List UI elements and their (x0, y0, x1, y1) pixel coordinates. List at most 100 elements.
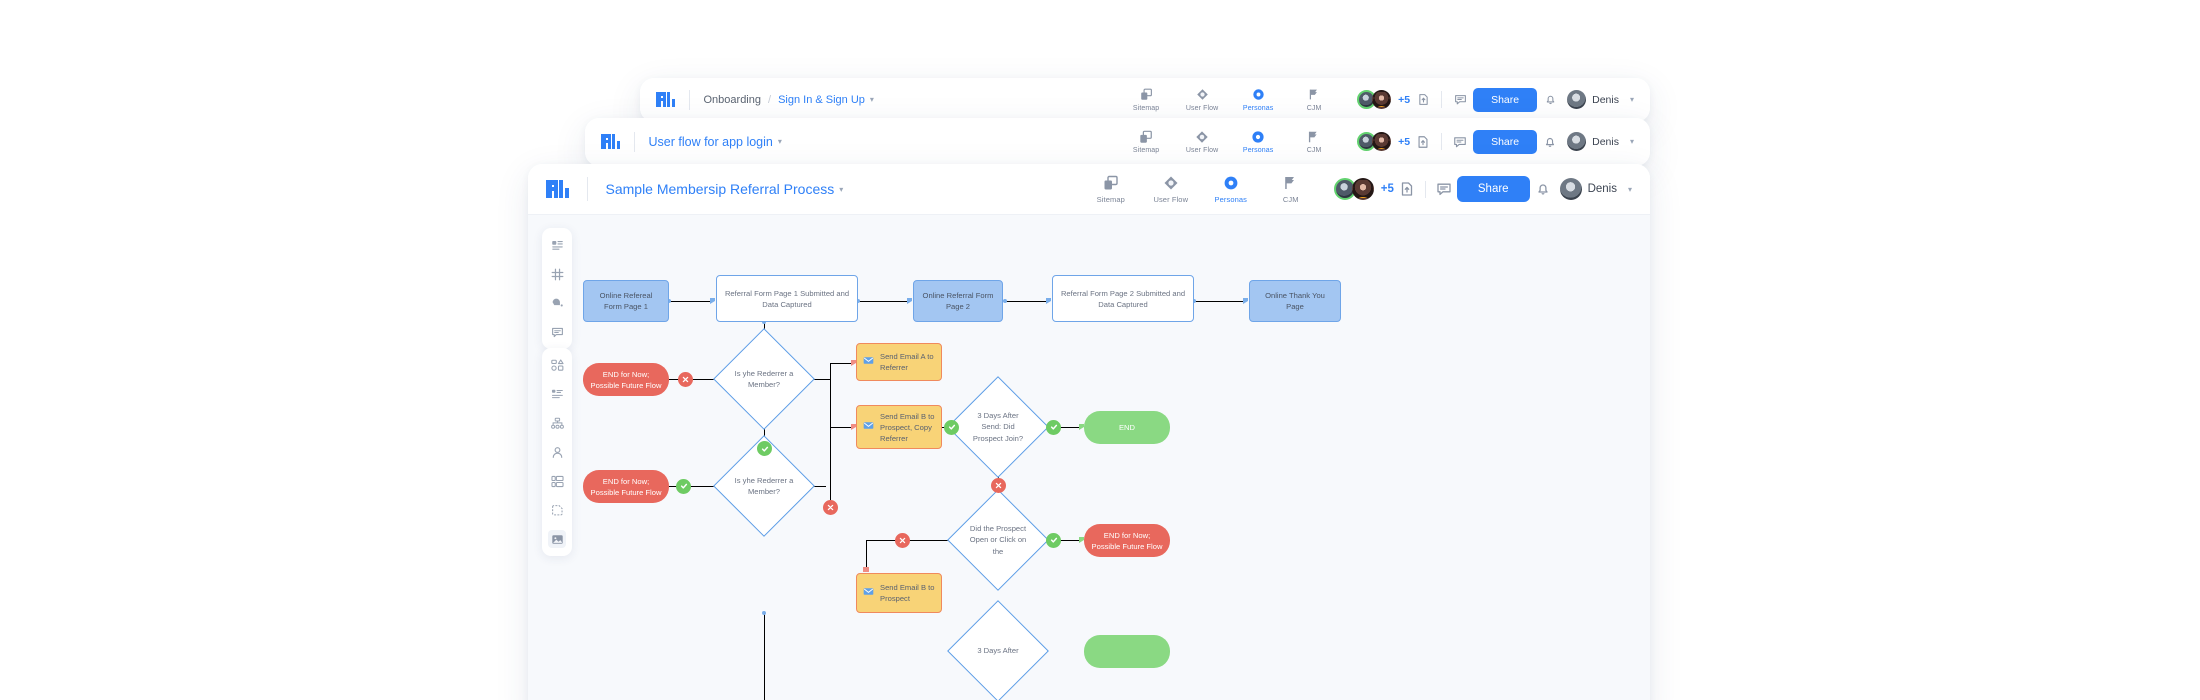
edge (830, 363, 852, 364)
condition-badge-yes[interactable] (1046, 532, 1061, 548)
shape-tag-icon[interactable] (548, 294, 566, 312)
user-menu[interactable]: Denis ▾ (1559, 178, 1632, 200)
person-icon[interactable] (548, 443, 566, 461)
share-button[interactable]: Share (1473, 129, 1538, 154)
condition-badge-no[interactable] (823, 500, 838, 515)
flow-node-send-email-b-prospect[interactable]: Send Email B to Prospect (856, 573, 942, 613)
flow-node-thank-you-page[interactable]: Online Thank You Page (1249, 280, 1341, 322)
main-window[interactable]: Sample Membersip Referral Process ▾ Site… (528, 164, 1650, 700)
document-title[interactable]: User flow for app login (649, 135, 773, 149)
flowmapp-logo-icon[interactable] (601, 134, 620, 149)
share-button[interactable]: Share (1456, 176, 1530, 202)
condition-badge-yes[interactable] (676, 478, 691, 494)
condition-badge-no[interactable] (895, 532, 910, 548)
personas-icon (1252, 87, 1265, 102)
chevron-down-icon[interactable]: ▾ (870, 95, 874, 104)
comment-icon[interactable] (1447, 129, 1473, 155)
tab-personas[interactable]: Personas (1241, 129, 1275, 154)
divider (1441, 91, 1443, 108)
tab-user-flow[interactable]: User Flow (1185, 87, 1219, 112)
flow-decision-3-days-after-bottom[interactable]: 3 Days After (947, 600, 1049, 700)
flowmapp-logo-icon[interactable] (546, 180, 569, 198)
topbar: Onboarding / Sign In & Sign Up ▾ Sitemap… (640, 78, 1650, 122)
chevron-down-icon[interactable]: ▾ (778, 137, 782, 146)
text-block-icon[interactable] (548, 236, 566, 254)
flow-node-end-green[interactable]: END (1084, 411, 1170, 444)
flow-node-end-green-bottom[interactable] (1084, 635, 1170, 668)
flow-node-end-future-flow-3[interactable]: END for Now; Possible Future Flow (1084, 524, 1170, 557)
chevron-down-icon[interactable]: ▾ (1630, 95, 1634, 104)
comment-icon[interactable] (1431, 176, 1457, 202)
tab-personas[interactable]: Personas (1214, 175, 1248, 204)
share-button[interactable]: Share (1473, 87, 1538, 112)
tab-sitemap[interactable]: Sitemap (1129, 129, 1163, 154)
divider (586, 177, 588, 201)
comment-icon[interactable] (1447, 87, 1473, 113)
tab-label: CJM (1282, 194, 1299, 204)
condition-badge-no[interactable] (991, 478, 1006, 493)
tab-cjm[interactable]: CJM (1274, 175, 1308, 204)
flowmapp-logo-icon[interactable] (656, 92, 675, 107)
flow-decision-is-referrer-member-1[interactable]: Is yhe Rederrer a Member? (713, 328, 815, 430)
collaborator-avatars[interactable] (1333, 178, 1374, 200)
condition-badge-yes[interactable] (757, 441, 772, 456)
flow-node-send-email-a[interactable]: Send Email A to Referrer (856, 343, 942, 381)
flow-node-online-referral-form-1[interactable]: Online Refereal Form Page 1 (583, 280, 669, 322)
avatar-overflow-count[interactable]: +5 (1398, 94, 1410, 106)
flow-node-end-future-flow-1[interactable]: END for Now; Possible Future Flow (583, 363, 669, 396)
flow-decision-3-days-after[interactable]: 3 Days After Send: Did Prospect Join? (947, 376, 1049, 478)
bell-icon[interactable] (1537, 129, 1563, 155)
chevron-down-icon[interactable]: ▾ (839, 185, 843, 194)
grid-icon[interactable] (548, 265, 566, 283)
user-menu[interactable]: Denis ▾ (1567, 132, 1634, 151)
cards-icon[interactable] (548, 472, 566, 490)
avatar[interactable] (1372, 132, 1392, 151)
condition-badge-yes[interactable] (944, 419, 959, 435)
user-menu[interactable]: Denis ▾ (1567, 90, 1634, 109)
avatar[interactable] (1351, 178, 1374, 200)
flow-node-form-2-submitted[interactable]: Referral Form Page 2 Submitted and Data … (1052, 275, 1194, 322)
tab-personas[interactable]: Personas (1241, 87, 1275, 112)
bell-icon[interactable] (1537, 87, 1563, 113)
comment-bubble-icon[interactable] (548, 323, 566, 341)
tab-sitemap[interactable]: Sitemap (1094, 175, 1128, 204)
chevron-down-icon[interactable]: ▾ (1630, 137, 1634, 146)
collaborator-avatars[interactable] (1357, 90, 1392, 109)
arrow-icon (862, 567, 869, 572)
flow-canvas[interactable]: Online Refereal Form Page 1 Referral For… (528, 215, 1650, 700)
flow-node-end-future-flow-2[interactable]: END for Now; Possible Future Flow (583, 470, 669, 503)
condition-badge-yes[interactable] (1046, 419, 1061, 435)
divider (688, 89, 690, 110)
chevron-down-icon[interactable]: ▾ (1628, 185, 1632, 194)
edge (1005, 301, 1047, 302)
tab-cjm[interactable]: CJM (1297, 129, 1331, 154)
flow-decision-prospect-open-or-click[interactable]: Did the Prospect Open or Click on the (947, 489, 1049, 591)
breadcrumb-current[interactable]: Sign In & Sign Up (778, 94, 865, 106)
tab-sitemap[interactable]: Sitemap (1129, 87, 1163, 112)
avatar-overflow-count[interactable]: +5 (1381, 183, 1394, 195)
collaborator-avatars[interactable] (1357, 132, 1392, 151)
export-file-icon[interactable] (1394, 176, 1420, 202)
shapes-icon[interactable] (548, 356, 566, 374)
tab-cjm[interactable]: CJM (1297, 87, 1331, 112)
tab-user-flow[interactable]: User Flow (1185, 129, 1219, 154)
flow-decision-is-referrer-member-2[interactable]: Is yhe Rederrer a Member? (713, 435, 815, 537)
export-file-icon[interactable] (1410, 87, 1436, 113)
export-file-icon[interactable] (1410, 129, 1436, 155)
document-title[interactable]: Sample Membersip Referral Process (606, 181, 835, 197)
flow-node-online-referral-form-2[interactable]: Online Referral Form Page 2 (913, 280, 1003, 322)
avatar-overflow-count[interactable]: +5 (1398, 136, 1410, 148)
background-window-user-flow[interactable]: User flow for app login ▾ Sitemap User F… (585, 118, 1650, 166)
tab-user-flow[interactable]: User Flow (1153, 175, 1188, 204)
flow-node-form-1-submitted[interactable]: Referral Form Page 1 Submitted and Data … (716, 275, 858, 322)
bell-icon[interactable] (1530, 176, 1556, 202)
breadcrumb-root[interactable]: Onboarding (704, 94, 762, 106)
avatar[interactable] (1372, 90, 1392, 109)
flow-node-send-email-b-copy[interactable]: Send Email B to Prospect, Copy Referrer (856, 405, 942, 449)
image-icon[interactable] (548, 530, 566, 548)
list-icon[interactable] (548, 385, 566, 403)
condition-badge-no[interactable] (678, 371, 693, 387)
background-window-onboarding[interactable]: Onboarding / Sign In & Sign Up ▾ Sitemap… (640, 78, 1650, 122)
hierarchy-icon[interactable] (548, 414, 566, 432)
sticky-note-icon[interactable] (548, 501, 566, 519)
